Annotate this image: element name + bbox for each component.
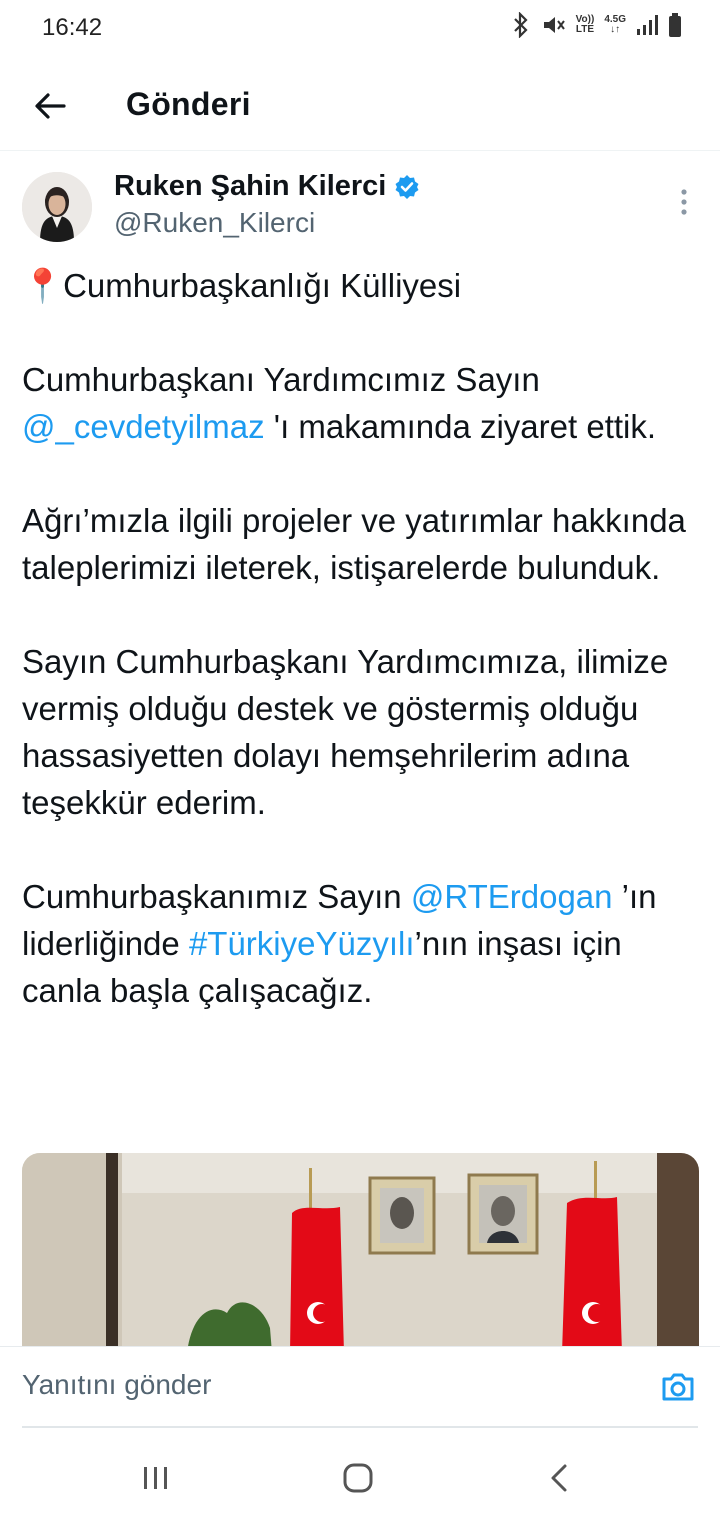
tweet-location-line: 📍Cumhurbaşkanlığı Külliyesi (22, 267, 462, 304)
author-name-text: Ruken Şahin Kilerci (114, 170, 387, 202)
volte-indicator: Vo)) LTE (575, 14, 595, 35)
mute-icon (543, 17, 565, 33)
battery-icon (669, 13, 681, 37)
author-name[interactable]: Ruken Şahin Kilerci (114, 170, 420, 203)
tweet-paragraph-1: Cumhurbaşkanı Yardımcımız Sayın @_cevdet… (22, 361, 657, 445)
chevron-left-icon (551, 1464, 567, 1492)
author-avatar[interactable] (22, 172, 92, 242)
top-app-bar: Gönderi (0, 62, 720, 151)
home-icon (343, 1463, 373, 1493)
back-button[interactable] (28, 84, 72, 128)
hashtag-link[interactable]: #TürkiyeYüzyılı (189, 925, 415, 962)
recent-apps-icon (144, 1467, 167, 1489)
nav-back-button[interactable] (540, 1458, 580, 1498)
tweet-paragraph-4: Cumhurbaşkanımız Sayın @RTErdogan ’ın li… (22, 878, 657, 1009)
status-time: 16:42 (42, 14, 103, 41)
reply-bar: Yanıtını gönder (0, 1346, 720, 1429)
recent-apps-button[interactable] (136, 1458, 176, 1498)
avatar-image (22, 172, 92, 242)
system-nav-bar (0, 1428, 720, 1520)
author-handle[interactable]: @Ruken_Kilerci (114, 207, 315, 239)
more-button[interactable] (668, 186, 700, 218)
tweet-photo[interactable] (22, 1153, 699, 1353)
home-button[interactable] (338, 1458, 378, 1498)
camera-button[interactable] (658, 1367, 698, 1407)
page-title: Gönderi (126, 86, 251, 122)
mention-link[interactable]: @_cevdetyilmaz (22, 408, 265, 445)
tweet-text: 📍Cumhurbaşkanlığı Külliyesi Cumhurbaşkan… (22, 262, 698, 1061)
bluetooth-icon (513, 12, 528, 38)
status-bar: 16:42 Vo)) LTE 4.5G ↓↑ (0, 0, 720, 56)
network-indicator: 4.5G ↓↑ (604, 14, 626, 35)
mention-link[interactable]: @RTErdogan (411, 878, 613, 915)
more-vertical-icon (681, 189, 687, 215)
photo-content (22, 1153, 699, 1353)
tweet-paragraph-3: Sayın Cumhurbaşkanı Yardımcımıza, ilimiz… (22, 643, 669, 821)
reply-input[interactable]: Yanıtını gönder (22, 1369, 211, 1401)
round-pushpin-emoji: 📍 (22, 267, 64, 304)
arrow-left-icon (35, 93, 66, 119)
signal-icon (637, 15, 658, 35)
camera-icon (662, 1373, 694, 1401)
tweet-paragraph-2: Ağrı’mızla ilgili projeler ve yatırımlar… (22, 502, 686, 586)
verified-badge-icon (395, 174, 419, 199)
status-icons: Vo)) LTE 4.5G ↓↑ (512, 12, 682, 38)
